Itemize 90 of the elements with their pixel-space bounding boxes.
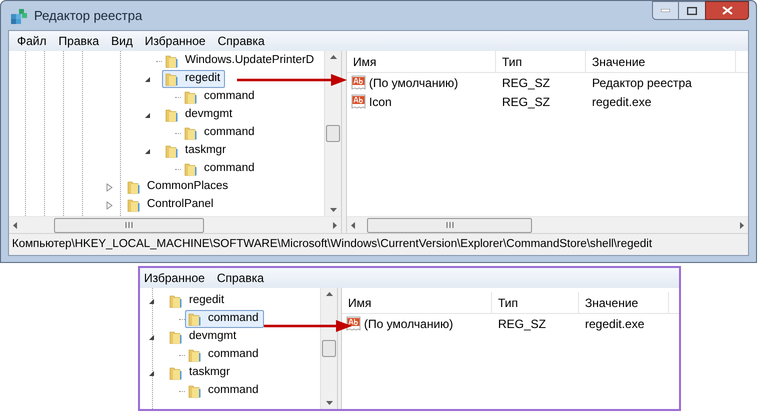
string-value-icon <box>346 316 362 332</box>
vertical-scrollbar[interactable] <box>320 288 337 409</box>
folder-icon <box>164 107 180 123</box>
folder-icon <box>187 383 203 399</box>
column-header[interactable]: Имя <box>342 292 492 313</box>
table-cell-text: REG_SZ <box>498 316 546 332</box>
column-header[interactable]: Тип <box>496 51 586 72</box>
scroll-up-icon[interactable] <box>330 55 336 59</box>
minimize-icon <box>661 9 670 12</box>
table-cell-text: Редактор реестра <box>592 74 692 92</box>
tree-item[interactable]: Windows.UpdatePrinterD <box>162 52 320 70</box>
horizontal-scrollbar[interactable] <box>9 216 341 233</box>
folder-icon <box>187 311 203 327</box>
tree-item[interactable]: command <box>181 88 260 106</box>
column-header[interactable]: Имя <box>347 51 496 72</box>
table-cell-text: (По умолчанию) <box>364 316 454 332</box>
tree-item[interactable]: taskmgr <box>166 364 235 382</box>
menu-item[interactable]: Справка <box>212 32 271 50</box>
window-title: Редактор реестра <box>34 6 142 25</box>
scroll-thumb[interactable] <box>54 218 204 232</box>
table-cell-text: regedit.exe <box>592 94 652 110</box>
scroll-up-icon[interactable] <box>326 292 332 296</box>
tree-item[interactable]: devmgmt <box>162 106 238 124</box>
tree-item[interactable]: ControlPanel <box>124 196 218 214</box>
maximize-button[interactable] <box>679 1 705 20</box>
close-button[interactable] <box>705 1 749 20</box>
collapsed-triangle-icon[interactable] <box>106 182 113 192</box>
menu-item[interactable]: Файл <box>11 32 53 50</box>
table-cell-text: (По умолчанию) <box>369 74 458 92</box>
column-header[interactable]: Значение <box>579 292 669 313</box>
tree-item[interactable]: regedit <box>166 292 230 310</box>
table-cell-text: REG_SZ <box>502 94 550 110</box>
scroll-down-icon[interactable] <box>330 208 336 212</box>
grip-icon <box>125 222 133 228</box>
tree-item[interactable]: devmgmt <box>166 328 242 346</box>
scroll-thumb[interactable] <box>367 218 532 232</box>
tree-item[interactable]: command <box>181 124 260 142</box>
expanded-triangle-icon[interactable] <box>144 148 151 154</box>
expanded-triangle-icon[interactable] <box>148 298 155 304</box>
status-bar: Компьютер\HKEY_LOCAL_MACHINE\SOFTWARE\Microsoft\Windows\CurrentVersion\Explorer\CommandStore\shell\regedit <box>9 233 748 255</box>
folder-icon <box>164 53 180 69</box>
folder-icon <box>183 89 199 105</box>
menu-item[interactable]: Избранное <box>140 269 209 287</box>
menu-item[interactable]: Вид <box>105 32 139 50</box>
folder-icon <box>164 143 180 159</box>
column-header[interactable]: Значение <box>586 51 736 72</box>
folder-icon <box>168 365 184 381</box>
table-cell-text: regedit.exe <box>585 316 644 332</box>
folder-icon <box>168 293 184 309</box>
collapsed-triangle-icon[interactable] <box>106 200 113 210</box>
table-cell-text: Icon <box>369 94 392 110</box>
expanded-triangle-icon[interactable] <box>144 76 151 82</box>
folder-icon <box>164 71 180 87</box>
string-value-icon <box>351 94 367 110</box>
scroll-left-icon[interactable] <box>351 222 355 228</box>
tree-item[interactable]: command <box>185 346 264 364</box>
close-icon <box>722 6 732 15</box>
tree-item[interactable]: command <box>185 310 264 328</box>
tree-item[interactable]: command <box>185 382 264 400</box>
folder-icon <box>126 179 142 195</box>
folder-icon <box>183 125 199 141</box>
tree-item[interactable]: regedit <box>162 70 226 88</box>
registry-cubes-icon <box>10 8 28 24</box>
folder-icon <box>187 347 203 363</box>
folder-icon <box>183 161 199 177</box>
column-header[interactable]: Тип <box>492 292 579 313</box>
menu-item[interactable]: Избранное <box>138 32 212 50</box>
grip-icon <box>446 222 454 228</box>
horizontal-scrollbar[interactable] <box>347 216 748 233</box>
menu-item[interactable]: Правка <box>52 32 106 50</box>
minimize-button[interactable] <box>652 1 679 20</box>
scroll-right-icon[interactable] <box>740 222 744 228</box>
vertical-scrollbar[interactable] <box>324 51 341 216</box>
maximize-icon <box>687 6 697 14</box>
scroll-left-icon[interactable] <box>13 222 17 228</box>
folder-icon <box>168 329 184 345</box>
scroll-thumb[interactable] <box>326 125 340 142</box>
table-cell-text: REG_SZ <box>502 74 550 92</box>
tree-item[interactable]: command <box>181 160 260 178</box>
tree-item[interactable]: taskmgr <box>162 142 231 160</box>
expanded-triangle-icon[interactable] <box>144 112 151 118</box>
menu-item[interactable]: Справка <box>212 269 268 287</box>
string-value-icon <box>351 74 367 90</box>
expanded-triangle-icon[interactable] <box>148 370 155 376</box>
scroll-right-icon[interactable] <box>333 222 337 228</box>
tree-item[interactable]: CommonPlaces <box>124 178 234 196</box>
scroll-down-icon[interactable] <box>326 401 332 405</box>
folder-icon <box>126 197 142 213</box>
expanded-triangle-icon[interactable] <box>148 334 155 340</box>
scroll-thumb[interactable] <box>322 340 336 357</box>
